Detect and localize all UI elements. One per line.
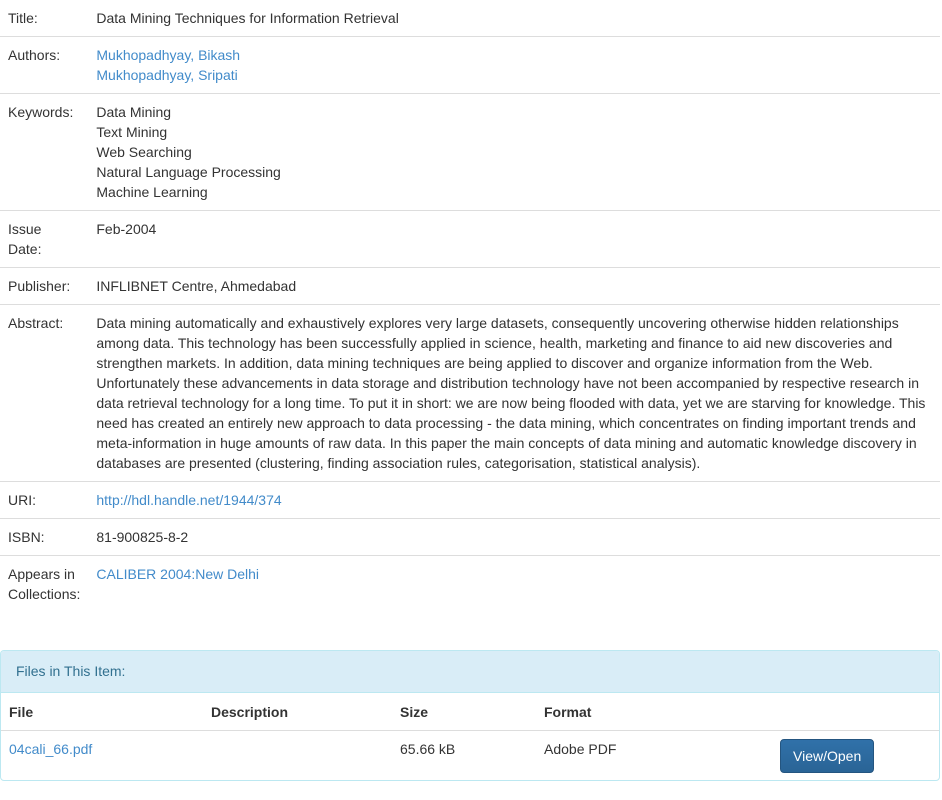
metadata-row-title: Title: Data Mining Techniques for Inform…	[0, 0, 940, 37]
metadata-row-publisher: Publisher: INFLIBNET Centre, Ahmedabad	[0, 267, 940, 305]
issue-date-label-line-2: Date:	[8, 241, 42, 257]
metadata-row-keywords: Keywords: Data Mining Text Mining Web Se…	[0, 93, 940, 211]
file-size: 65.66 kB	[392, 730, 536, 780]
keyword: Machine Learning	[96, 184, 208, 200]
files-table: File Description Size Format 04cali_66.p…	[1, 693, 939, 780]
issue-date-label-line-1: Issue	[8, 221, 42, 237]
title-value: Data Mining Techniques for Information R…	[96, 10, 399, 26]
column-header-format: Format	[536, 693, 772, 731]
author-link[interactable]: Mukhopadhyay, Sripati	[96, 65, 932, 85]
keywords-list: Data Mining Text Mining Web Searching Na…	[88, 93, 940, 211]
item-metadata-table: Title: Data Mining Techniques for Inform…	[0, 0, 940, 612]
file-link[interactable]: 04cali_66.pdf	[9, 741, 92, 757]
uri-cell: http://hdl.handle.net/1944/374	[88, 481, 940, 519]
column-header-size: Size	[392, 693, 536, 731]
abstract-label: Abstract:	[0, 304, 89, 482]
files-header-row: File Description Size Format	[1, 693, 939, 731]
uri-label: URI:	[0, 481, 89, 519]
file-action-cell: View/Open	[772, 730, 939, 780]
abstract-value: Data mining automatically and exhaustive…	[88, 304, 940, 482]
issue-date-label: Issue Date:	[0, 210, 89, 268]
metadata-row-issue-date: Issue Date: Feb-2004	[0, 210, 940, 268]
collections-label: Appears in Collections:	[0, 555, 89, 612]
publisher-value: INFLIBNET Centre, Ahmedabad	[88, 267, 940, 305]
keyword: Data Mining	[96, 104, 172, 120]
column-header-file: File	[1, 693, 203, 731]
keyword: Natural Language Processing	[96, 164, 281, 180]
isbn-value: 81-900825-8-2	[88, 518, 940, 556]
uri-link[interactable]: http://hdl.handle.net/1944/374	[96, 492, 281, 508]
author-link[interactable]: Mukhopadhyay, Bikash	[96, 45, 932, 65]
file-format: Adobe PDF	[536, 730, 772, 780]
title-label: Title:	[8, 10, 38, 26]
keywords-label: Keywords:	[0, 93, 89, 211]
view-open-button[interactable]: View/Open	[780, 739, 875, 773]
metadata-row-authors: Authors: Mukhopadhyay, Bikash Mukhopadhy…	[0, 36, 940, 94]
files-panel: Files in This Item: File Description Siz…	[0, 650, 940, 781]
column-header-action	[772, 693, 939, 731]
column-header-description: Description	[203, 693, 392, 731]
collection-link[interactable]: CALIBER 2004:New Delhi	[96, 566, 259, 582]
collections-label-line-2: Collections:	[8, 586, 81, 602]
metadata-row-isbn: ISBN: 81-900825-8-2	[0, 518, 940, 556]
collections-label-line-1: Appears in	[8, 566, 75, 582]
keyword: Text Mining	[96, 124, 168, 140]
authors-label: Authors:	[0, 36, 89, 94]
isbn-label: ISBN:	[0, 518, 89, 556]
metadata-row-uri: URI: http://hdl.handle.net/1944/374	[0, 481, 940, 519]
collections-cell: CALIBER 2004:New Delhi	[88, 555, 940, 612]
file-description	[203, 730, 392, 780]
issue-date-value: Feb-2004	[88, 210, 940, 268]
metadata-row-collections: Appears in Collections: CALIBER 2004:New…	[0, 555, 940, 612]
table-row: 04cali_66.pdf 65.66 kB Adobe PDF View/Op…	[1, 730, 939, 780]
files-panel-heading: Files in This Item:	[1, 651, 939, 693]
publisher-label: Publisher:	[0, 267, 89, 305]
authors-list: Mukhopadhyay, Bikash Mukhopadhyay, Sripa…	[88, 36, 940, 94]
keyword: Web Searching	[96, 144, 192, 160]
file-cell: 04cali_66.pdf	[1, 730, 203, 780]
metadata-row-abstract: Abstract: Data mining automatically and …	[0, 304, 940, 482]
